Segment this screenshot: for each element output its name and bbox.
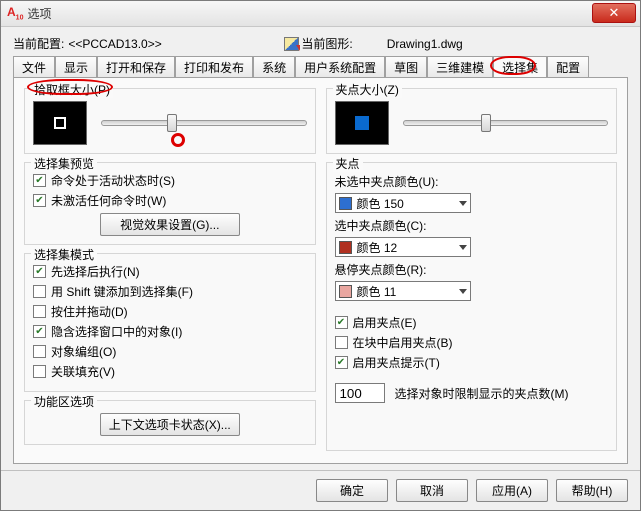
titlebar: A10 选项 ✕ [1, 1, 640, 27]
chk-pressdrag-label: 按住并拖动(D) [51, 303, 128, 320]
gripsize-slider-thumb[interactable] [481, 114, 491, 132]
gripsize-slider[interactable] [403, 120, 609, 126]
tab-strip: 文件 显示 打开和保存 打印和发布 系统 用户系统配置 草图 三维建模 选择集 … [13, 56, 628, 78]
gripsize-preview [335, 101, 389, 145]
unsel-value: 颜色 150 [357, 195, 404, 212]
chk-active-label: 命令处于活动状态时(S) [51, 172, 175, 189]
chk-active[interactable] [33, 174, 46, 187]
chk-enable-grips[interactable] [335, 316, 348, 329]
grip-limit-input[interactable] [335, 383, 385, 403]
options-dialog: A10 选项 ✕ 当前配置: <<PCCAD13.0>> 当前图形: Drawi… [0, 0, 641, 511]
left-column: 拾取框大小(P) 选择集预览 命令处于活动状态时(S) [24, 88, 316, 459]
hover-label: 悬停夹点颜色(R): [335, 261, 609, 278]
tab-selection[interactable]: 选择集 [493, 56, 547, 77]
drawing-label-text: 当前图形: [301, 35, 352, 52]
pickbox-group: 拾取框大小(P) [24, 88, 316, 154]
unsel-label: 未选中夹点颜色(U): [335, 173, 609, 190]
chk-inblock-label: 在块中启用夹点(B) [353, 334, 453, 351]
tab-open-save[interactable]: 打开和保存 [97, 56, 175, 77]
pickbox-preview [33, 101, 87, 145]
gripsize-row [335, 101, 609, 145]
preview-group: 选择集预览 命令处于活动状态时(S) 未激活任何命令时(W) 视觉效果设置(G)… [24, 162, 316, 245]
drawing-icon [284, 37, 299, 51]
tab-print[interactable]: 打印和发布 [175, 56, 253, 77]
pickbox-slider[interactable] [101, 120, 307, 126]
tab-file[interactable]: 文件 [13, 56, 55, 77]
chk-pressdrag[interactable] [33, 305, 46, 318]
chk-noactive[interactable] [33, 194, 46, 207]
help-button[interactable]: 帮助(H) [556, 479, 628, 502]
tab-3d[interactable]: 三维建模 [427, 56, 493, 77]
sel-color-combo[interactable]: 颜色 12 [335, 237, 471, 257]
unsel-swatch [339, 197, 352, 210]
chk-implied-label: 隐含选择窗口中的对象(I) [51, 323, 182, 340]
sel-swatch [339, 241, 352, 254]
preview-title: 选择集预览 [31, 155, 97, 172]
app-icon: A10 [7, 5, 23, 21]
chk-shift[interactable] [33, 285, 46, 298]
pickbox-preview-square [54, 117, 66, 129]
sel-label: 选中夹点颜色(C): [335, 217, 609, 234]
visual-settings-button[interactable]: 视觉效果设置(G)... [100, 213, 240, 236]
chk-hatch[interactable] [33, 365, 46, 378]
header-row: 当前配置: <<PCCAD13.0>> 当前图形: Drawing1.dwg [13, 35, 628, 52]
chk-group-label: 对象编组(O) [51, 343, 116, 360]
current-profile-label: 当前配置: [13, 35, 64, 52]
dialog-content: 当前配置: <<PCCAD13.0>> 当前图形: Drawing1.dwg 文… [1, 27, 640, 470]
hover-color-combo[interactable]: 颜色 11 [335, 281, 471, 301]
chevron-down-icon [459, 289, 467, 294]
tab-user[interactable]: 用户系统配置 [295, 56, 385, 77]
apply-button[interactable]: 应用(A) [476, 479, 548, 502]
context-tab-state-button[interactable]: 上下文选项卡状态(X)... [100, 413, 240, 436]
pickbox-slider-thumb[interactable] [167, 114, 177, 132]
cancel-button[interactable]: 取消 [396, 479, 468, 502]
grips-title: 夹点 [333, 155, 363, 172]
ribbon-group: 功能区选项 上下文选项卡状态(X)... [24, 400, 316, 445]
mode-group: 选择集模式 先选择后执行(N) 用 Shift 键添加到选择集(F) 按住并拖动… [24, 253, 316, 392]
right-column: 夹点大小(Z) 夹点 未选中夹点颜色(U): [326, 88, 618, 459]
chk-enable-grips-label: 启用夹点(E) [353, 314, 417, 331]
current-profile-value: <<PCCAD13.0>> [68, 37, 274, 51]
chk-inblock[interactable] [335, 336, 348, 349]
grip-limit-label: 选择对象时限制显示的夹点数(M) [395, 385, 569, 402]
tab-selection-label: 选择集 [502, 61, 538, 75]
tab-profiles[interactable]: 配置 [547, 56, 589, 77]
gripsize-title: 夹点大小(Z) [333, 81, 402, 98]
tab-system[interactable]: 系统 [253, 56, 295, 77]
current-drawing-label: 当前图形: [284, 35, 352, 52]
highlight-circle-slider [171, 133, 185, 147]
tab-draft[interactable]: 草图 [385, 56, 427, 77]
selection-panel: 拾取框大小(P) 选择集预览 命令处于活动状态时(S) [13, 78, 628, 464]
ribbon-title: 功能区选项 [31, 393, 97, 410]
current-drawing-value: Drawing1.dwg [387, 37, 463, 51]
pickbox-title: 拾取框大小(P) [31, 81, 113, 98]
ok-button[interactable]: 确定 [316, 479, 388, 502]
sel-value: 颜色 12 [357, 239, 398, 256]
chk-noactive-label: 未激活任何命令时(W) [51, 192, 166, 209]
mode-title: 选择集模式 [31, 246, 97, 263]
tab-display[interactable]: 显示 [55, 56, 97, 77]
chk-griptips-label: 启用夹点提示(T) [353, 354, 440, 371]
chk-preselect-label: 先选择后执行(N) [51, 263, 140, 280]
window-title: 选项 [27, 5, 51, 22]
chk-shift-label: 用 Shift 键添加到选择集(F) [51, 283, 193, 300]
unsel-color-combo[interactable]: 颜色 150 [335, 193, 471, 213]
button-bar: 确定 取消 应用(A) 帮助(H) [1, 470, 640, 510]
chk-hatch-label: 关联填充(V) [51, 363, 115, 380]
chk-griptips[interactable] [335, 356, 348, 369]
chk-preselect[interactable] [33, 265, 46, 278]
chevron-down-icon [459, 245, 467, 250]
hover-swatch [339, 285, 352, 298]
close-button[interactable]: ✕ [592, 3, 636, 23]
gripsize-preview-square [355, 116, 369, 130]
chevron-down-icon [459, 201, 467, 206]
chk-implied[interactable] [33, 325, 46, 338]
pickbox-row [33, 101, 307, 145]
hover-value: 颜色 11 [357, 283, 397, 300]
chk-group[interactable] [33, 345, 46, 358]
grips-group: 夹点 未选中夹点颜色(U): 颜色 150 选中夹点颜色(C): 颜色 12 悬… [326, 162, 618, 451]
gripsize-group: 夹点大小(Z) [326, 88, 618, 154]
